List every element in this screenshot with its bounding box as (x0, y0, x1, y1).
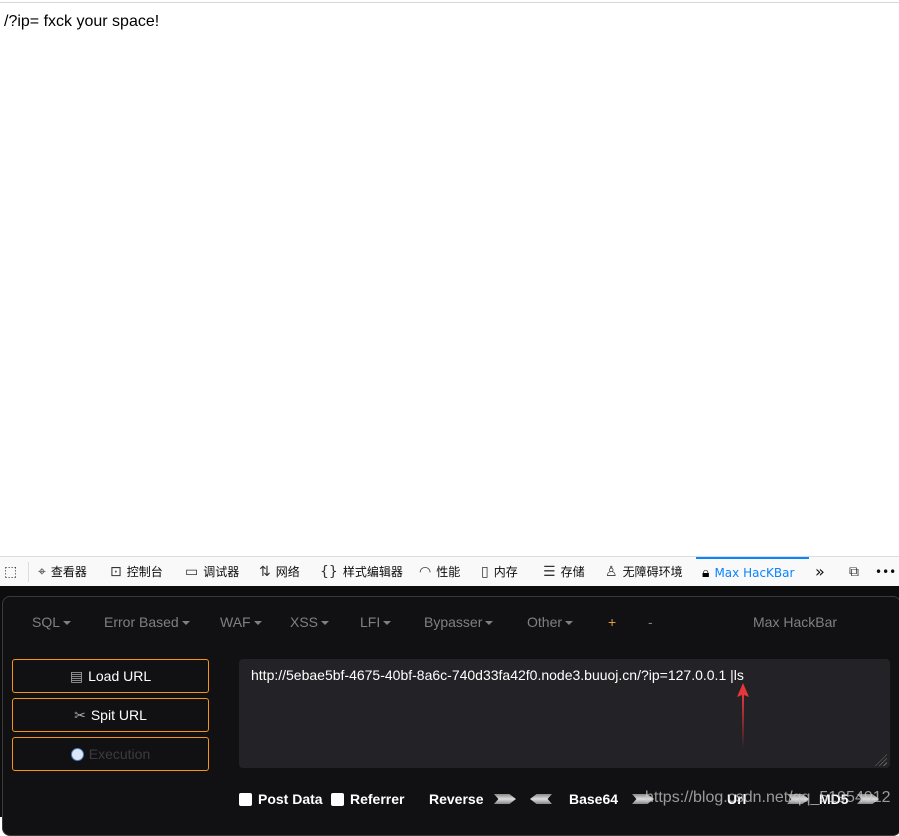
devtools-toolbar: ⬚ ⌖ 查看器 ⊡ 控制台 ▭ 调试器 ⇅ 网络 {} 样式编辑器 ◠ 性能 ▯ 内存 ☰ 存储… (0, 556, 899, 586)
tab-label: 网络 (275, 565, 300, 579)
tab-label: 存储 (560, 565, 585, 579)
add-button[interactable]: + (608, 614, 616, 630)
tab-label: 控制台 (126, 565, 163, 579)
tab-label: 调试器 (203, 565, 240, 579)
more-tabs-button[interactable]: » (815, 557, 825, 586)
hackbar-brand: Max HackBar (753, 614, 838, 630)
tab-memory[interactable]: ▯ 内存 (481, 557, 518, 586)
style-editor-icon: {} (320, 563, 338, 580)
tab-inspector[interactable]: ⌖ 查看器 (38, 557, 87, 586)
tab-label: 性能 (436, 565, 461, 579)
hackbar-icon: 🔒︎ (702, 564, 710, 581)
menu-bypasser[interactable]: Bypasser (424, 614, 494, 630)
tab-accessibility[interactable]: ♙ 无障碍环境 (605, 557, 683, 586)
post-data-checkbox[interactable]: Post Data (239, 791, 323, 807)
inspector-icon: ⌖ (38, 563, 46, 580)
accessibility-icon: ♙ (605, 563, 618, 580)
menu-error-based[interactable]: Error Based (104, 614, 190, 630)
execution-button[interactable]: Execution (12, 737, 209, 771)
remove-button[interactable]: - (648, 614, 653, 630)
caret-down-icon (253, 621, 262, 626)
split-url-button[interactable]: ✂ Spit URL (12, 698, 209, 732)
caret-down-icon (181, 621, 190, 626)
split-icon: ✂ (74, 706, 86, 723)
tab-label: 查看器 (50, 565, 87, 579)
tab-label: Max HacKBar (714, 565, 795, 580)
play-icon (70, 747, 84, 761)
tab-console[interactable]: ⊡ 控制台 (110, 557, 163, 586)
network-icon: ⇅ (259, 563, 271, 580)
debugger-icon: ▭ (185, 563, 199, 580)
chevron-double-right-icon: » (815, 562, 825, 581)
url-textarea[interactable]: http://5ebae5bf-4675-40bf-8a6c-740d33fa4… (239, 659, 890, 768)
menu-sql[interactable]: SQL (32, 614, 72, 630)
performance-icon: ◠ (419, 563, 432, 580)
divider (28, 562, 29, 582)
reverse-label: Reverse (429, 791, 484, 807)
watermark: https://blog.csdn.net/qq_51954912 (645, 789, 891, 806)
caret-down-icon (485, 621, 494, 626)
tab-max-hackbar[interactable]: 🔒︎ Max HacKBar (696, 557, 809, 586)
console-icon: ⊡ (110, 563, 122, 580)
checkbox[interactable] (239, 792, 252, 806)
page-top-border (0, 0, 899, 3)
tab-label: 内存 (493, 565, 518, 579)
tab-label: 样式编辑器 (342, 565, 403, 579)
menu-button[interactable]: ••• (875, 557, 896, 586)
more-icon: ••• (875, 564, 897, 579)
tab-style-editor[interactable]: {} 样式编辑器 (320, 557, 403, 586)
menu-xss[interactable]: XSS (290, 614, 330, 630)
base64-label: Base64 (569, 791, 619, 807)
element-picker-button[interactable]: ⬚ (4, 557, 17, 586)
menu-waf[interactable]: WAF (220, 614, 262, 630)
checkbox[interactable] (331, 792, 344, 806)
caret-down-icon (321, 621, 330, 626)
tab-storage[interactable]: ☰ 存储 (543, 557, 585, 586)
referrer-checkbox[interactable]: Referrer (331, 791, 404, 807)
menu-lfi[interactable]: LFI (360, 614, 392, 630)
page-content: /?ip= fxck your space! (4, 13, 160, 30)
tab-performance[interactable]: ◠ 性能 (419, 557, 460, 586)
caret-down-icon (565, 621, 574, 626)
load-url-button[interactable]: ▤ Load URL (12, 659, 209, 693)
menu-other[interactable]: Other (527, 614, 574, 630)
tab-label: 无障碍环境 (622, 565, 683, 579)
dock-button[interactable]: ⧉ (849, 557, 859, 586)
storage-icon: ☰ (543, 563, 556, 580)
caret-down-icon (63, 621, 72, 626)
memory-icon: ▯ (481, 563, 489, 580)
red-arrow-annotation (737, 683, 749, 749)
tab-network[interactable]: ⇅ 网络 (259, 557, 300, 586)
element-picker-icon: ⬚ (4, 563, 18, 580)
dock-icon: ⧉ (849, 563, 859, 580)
load-icon: ▤ (69, 667, 84, 684)
caret-down-icon (383, 621, 392, 626)
tab-debugger[interactable]: ▭ 调试器 (185, 557, 239, 586)
